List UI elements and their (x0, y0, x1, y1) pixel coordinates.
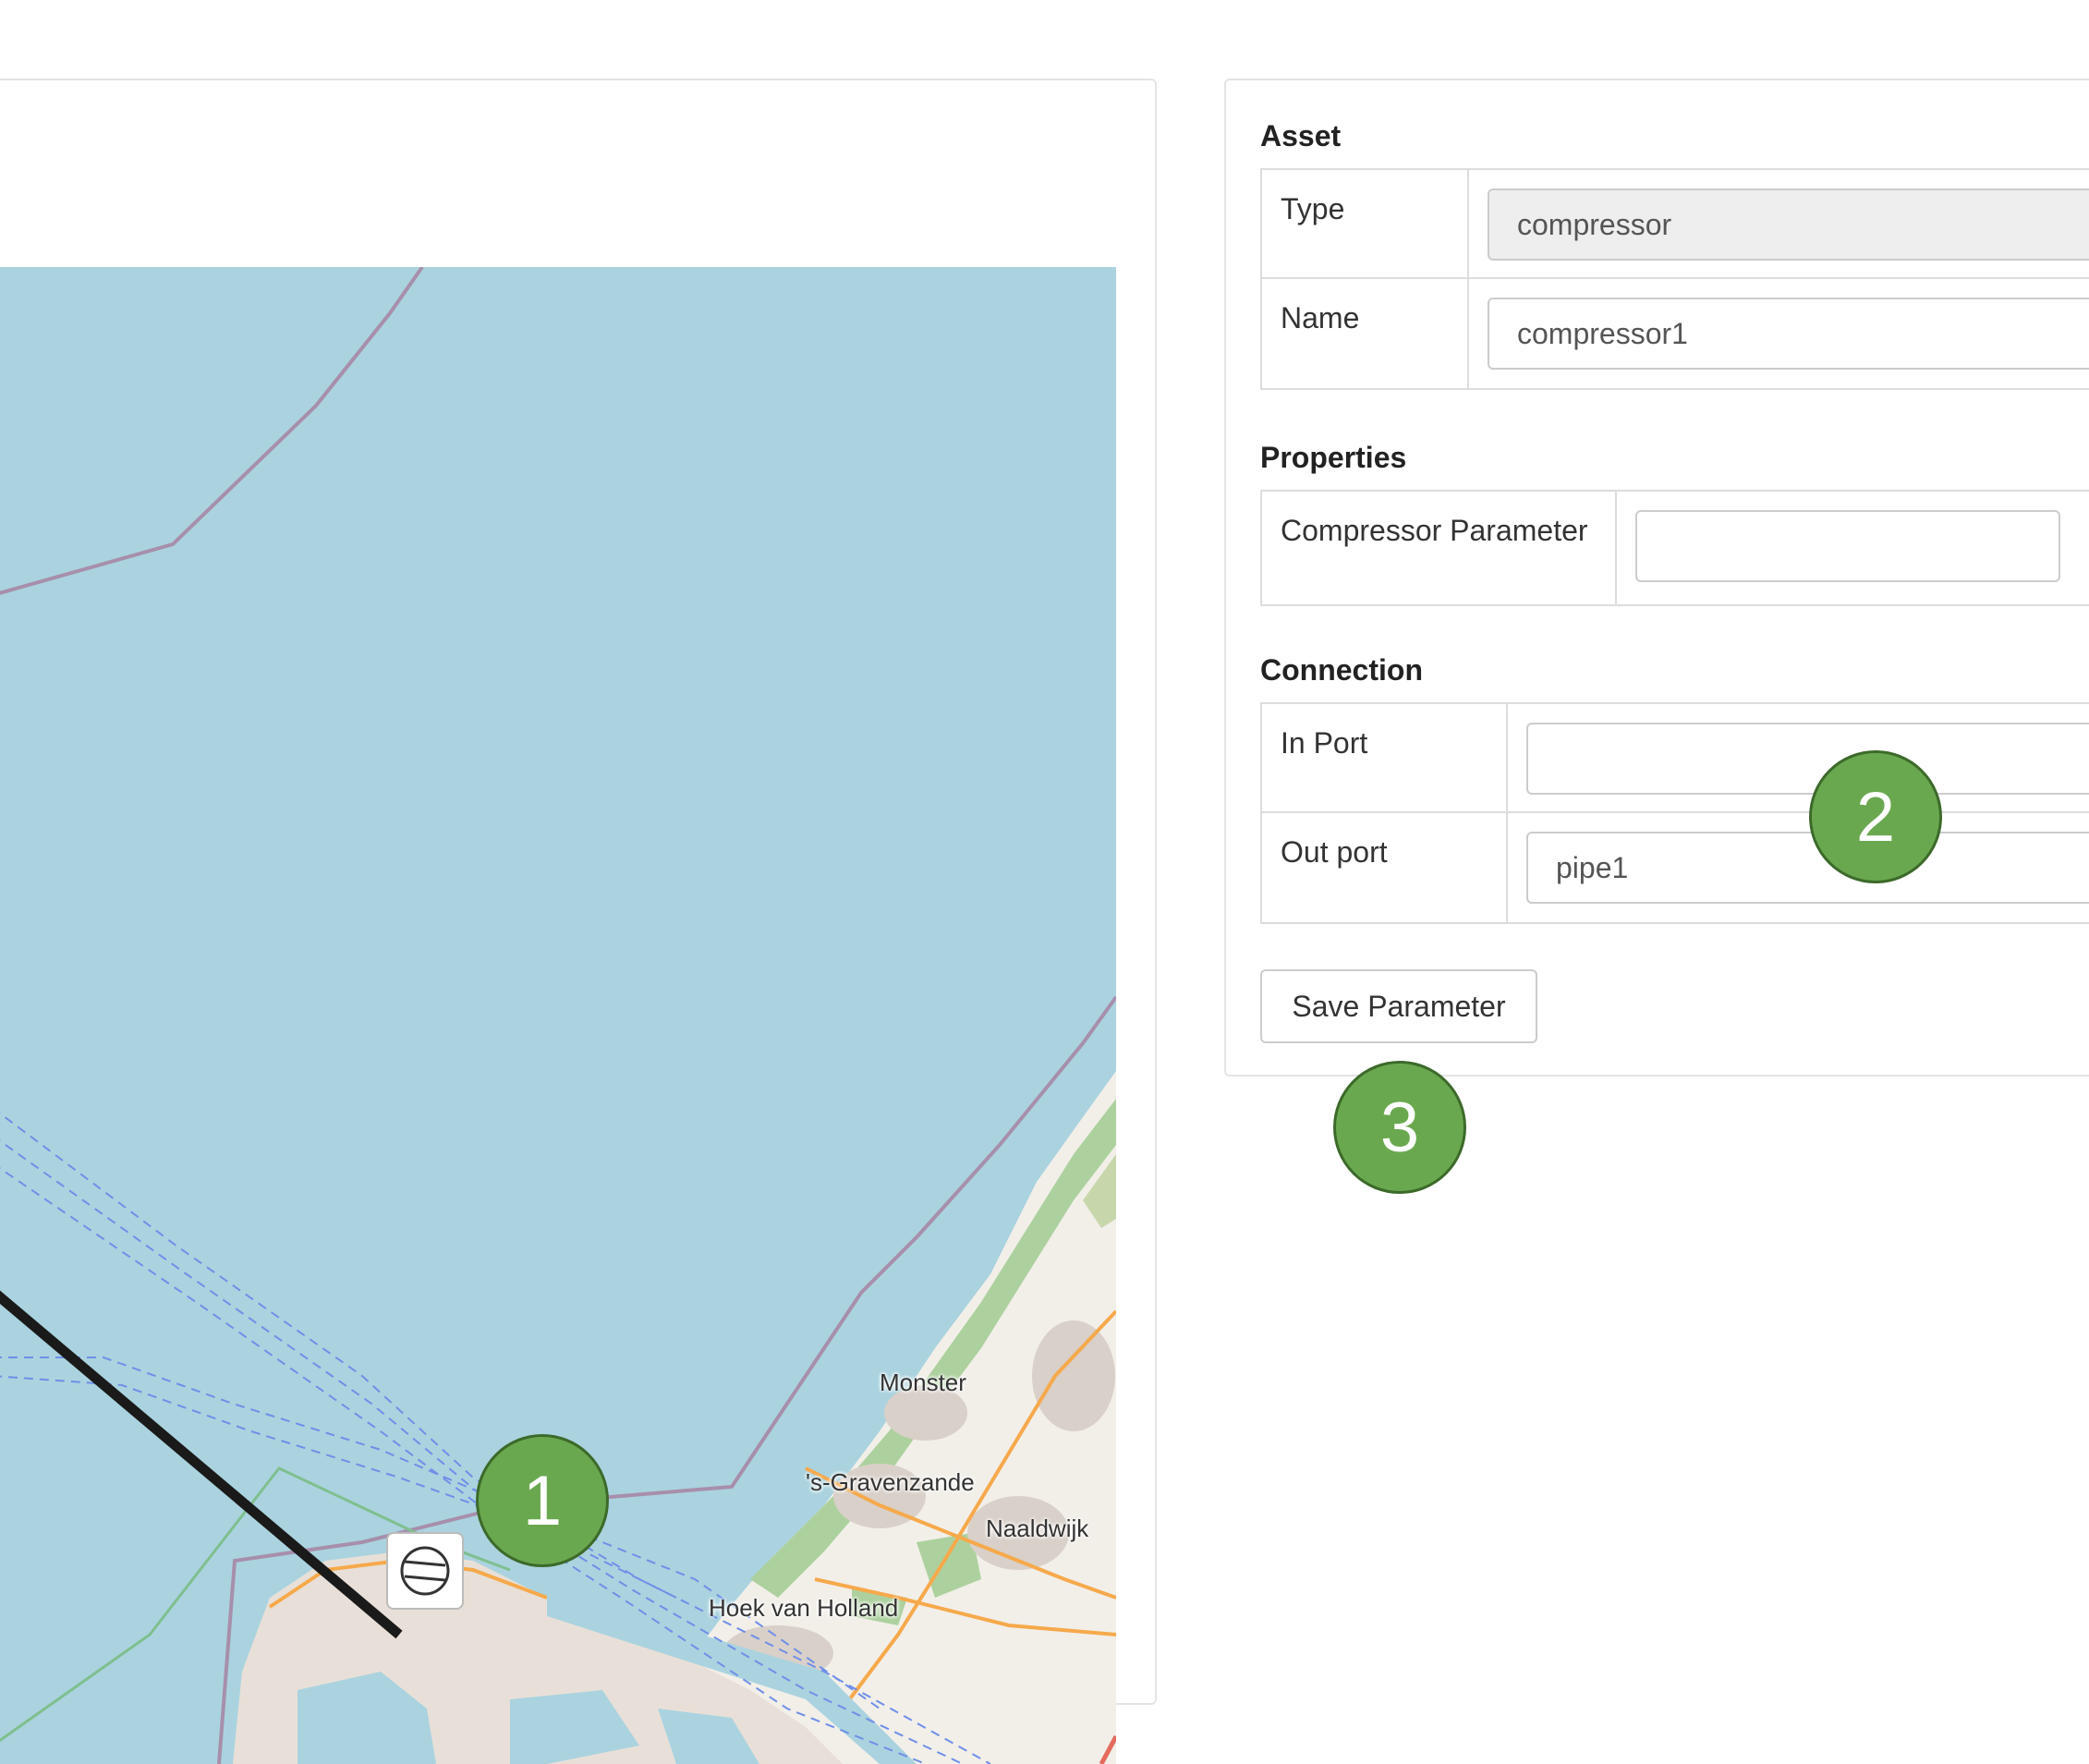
asset-editor-panel: Asset Type Name Properties Compressor Pa… (1224, 79, 2089, 1077)
compressor-parameter-field[interactable] (1635, 510, 2060, 582)
in-port-row: In Port (1262, 704, 2089, 813)
compressor-parameter-label: Compressor Parameter (1262, 492, 1617, 604)
asset-type-row: Type (1262, 170, 2089, 279)
annotation-badge-2: 2 (1809, 750, 1942, 883)
out-port-row: Out port (1262, 813, 2089, 922)
compressor-marker[interactable] (386, 1532, 464, 1610)
name-field[interactable] (1488, 298, 2089, 370)
compressor-parameter-row: Compressor Parameter (1262, 492, 2089, 604)
out-port-field[interactable] (1526, 832, 2089, 904)
type-field[interactable] (1488, 189, 2089, 261)
type-label: Type (1262, 170, 1469, 277)
connection-table: In Port Out port (1260, 702, 2089, 924)
map-label-monster: Monster (880, 1369, 966, 1396)
map-label-naaldwijk: Naaldwijk (986, 1515, 1089, 1542)
properties-table: Compressor Parameter (1260, 490, 2089, 606)
annotation-badge-3: 3 (1333, 1061, 1466, 1194)
in-port-field[interactable] (1526, 723, 2089, 795)
asset-section-title: Asset (1260, 119, 1342, 152)
annotation-badge-1: 1 (476, 1434, 609, 1567)
asset-table: Type Name (1260, 168, 2089, 390)
properties-section-title: Properties (1260, 441, 1407, 474)
in-port-label: In Port (1262, 704, 1508, 811)
connection-section-title: Connection (1260, 653, 1423, 687)
name-label: Name (1262, 279, 1469, 388)
save-parameter-button[interactable]: Save Parameter (1260, 969, 1537, 1043)
compressor-icon (400, 1546, 450, 1596)
out-port-label: Out port (1262, 813, 1508, 922)
map-label-gravenzande: 's-Gravenzande (806, 1468, 975, 1496)
map-label-hoek-van-holland: Hoek van Holland (709, 1594, 899, 1622)
asset-name-row: Name (1262, 279, 2089, 388)
